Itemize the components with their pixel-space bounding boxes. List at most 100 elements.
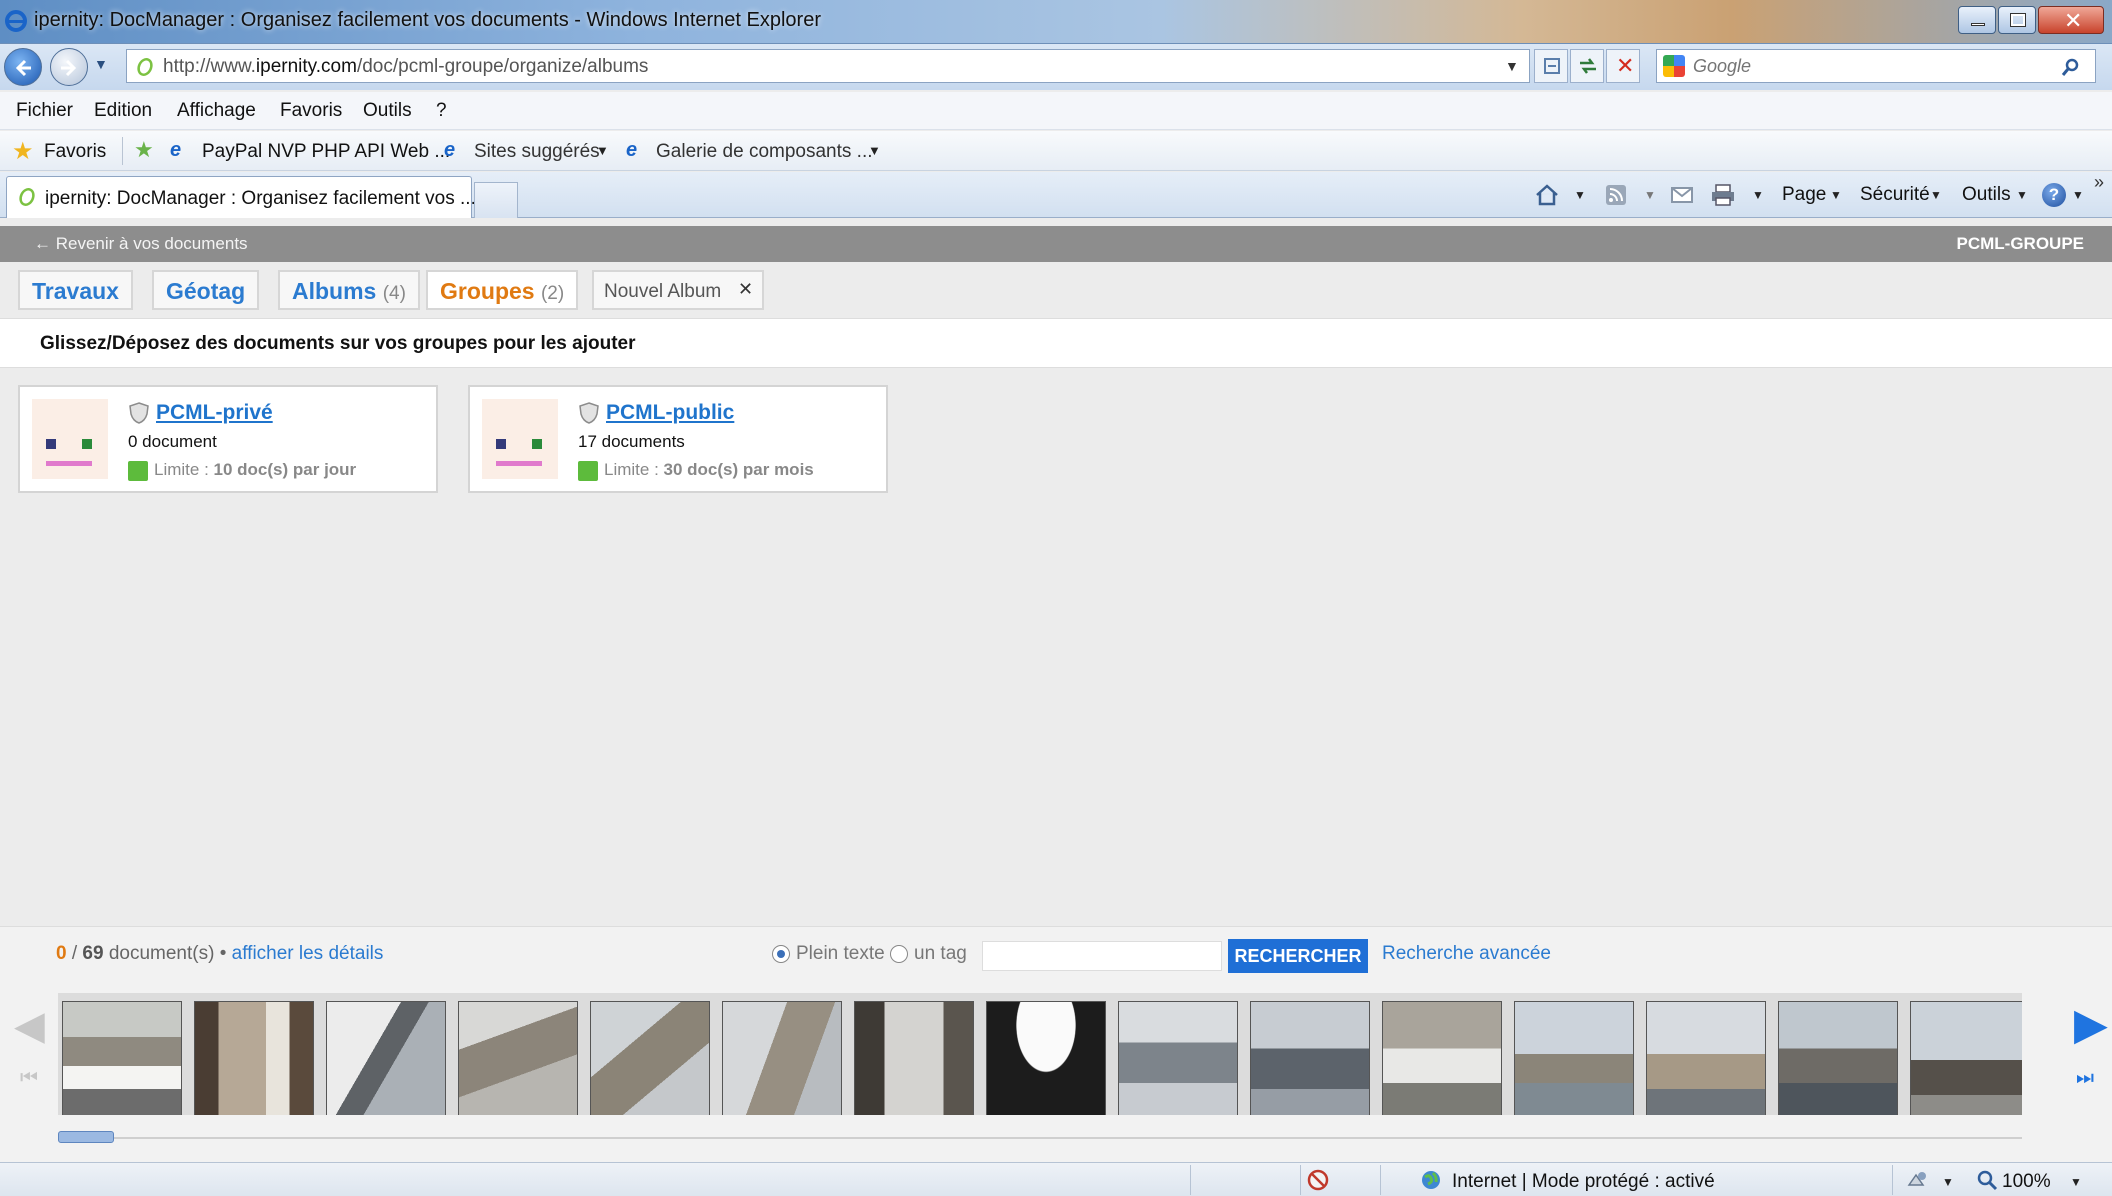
window-titlebar: ipernity: DocManager : Organisez facilem… [0,0,2112,44]
document-thumbnail[interactable] [590,1001,710,1115]
history-dropdown-icon[interactable]: ▼ [94,56,108,72]
close-window-button[interactable]: ✕ [2038,6,2104,34]
group-name-link[interactable]: PCML-privé [156,401,273,425]
document-thumbnail[interactable] [194,1001,314,1115]
chevron-down-icon[interactable]: ▼ [2072,188,2084,202]
menu-affichage[interactable]: Affichage [177,100,256,122]
menu-favoris[interactable]: Favoris [280,100,342,122]
new-tab-button[interactable] [474,182,518,218]
document-thumbnail[interactable] [458,1001,578,1115]
chevron-down-icon[interactable]: ▼ [1752,188,1764,202]
chevron-down-icon[interactable]: ▼ [2016,188,2028,202]
ie-page-icon: e [170,139,182,161]
address-bar[interactable]: http://www.ipernity.com/doc/pcml-groupe/… [126,49,1530,83]
compat-view-button[interactable] [1534,49,1568,83]
minimize-button[interactable] [1958,6,1996,34]
scroll-end-icon[interactable]: ⏭ [2076,1067,2094,1090]
scroll-start-icon[interactable]: ⏮ [20,1067,38,1090]
security-menu[interactable]: Sécurité [1860,184,1930,206]
help-icon[interactable]: ? [2042,183,2066,207]
back-to-documents-link[interactable]: ← Revenir à vos documents [34,234,248,254]
document-thumbnail[interactable] [62,1001,182,1115]
thumbnail-scroll-handle[interactable] [58,1131,114,1143]
tab-albums[interactable]: Albums (4) [278,270,420,310]
back-button[interactable] [4,48,42,86]
show-details-link[interactable]: afficher les détails [232,943,384,964]
search-button[interactable]: RECHERCHER [1228,939,1368,973]
favorite-link-sites-suggeres[interactable]: Sites suggérés [474,141,600,163]
document-thumbnail[interactable] [1118,1001,1238,1115]
more-commands-icon[interactable]: » [2094,172,2104,193]
chevron-down-icon[interactable]: ▼ [2070,1175,2082,1189]
favorites-button[interactable]: Favoris [44,141,106,163]
address-url[interactable]: http://www.ipernity.com/doc/pcml-groupe/… [163,56,648,78]
menu-help[interactable]: ? [436,100,447,122]
document-thumbnail[interactable] [1646,1001,1766,1115]
tab-travaux[interactable]: Travaux [18,270,133,310]
page-menu[interactable]: Page [1782,184,1826,206]
document-thumbnail[interactable] [1382,1001,1502,1115]
new-album-tab[interactable]: Nouvel Album ✕ [592,270,764,310]
document-thumbnail[interactable] [1910,1001,2022,1115]
page-header: ← Revenir à vos documents PCML-GROUPE [0,226,2112,262]
document-thumbnail[interactable] [986,1001,1106,1115]
menu-outils[interactable]: Outils [363,100,412,122]
browser-tab-active[interactable]: ipernity: DocManager : Organisez facilem… [6,176,476,218]
home-icon[interactable] [1534,182,1560,208]
chevron-down-icon[interactable]: ▼ [868,143,881,158]
scroll-left-icon[interactable]: ◀ [14,1003,45,1049]
document-search-input[interactable] [982,941,1222,971]
shield-icon [579,402,599,424]
web-search-box[interactable] [1656,49,2096,83]
radio-tag[interactable] [890,945,908,963]
chevron-down-icon[interactable]: ▼ [1942,1175,1954,1189]
group-name-link[interactable]: PCML-public [606,401,734,425]
chevron-down-icon[interactable]: ▼ [1574,188,1586,202]
address-dropdown-icon[interactable]: ▼ [1505,58,1519,74]
group-card-pcml-public[interactable]: PCML-public 17 documents Limite : 30 doc… [468,385,888,493]
popup-blocker-icon[interactable] [1306,1168,1330,1192]
radio-fulltext[interactable] [772,945,790,963]
web-search-input[interactable] [1693,54,2033,78]
rss-feed-icon[interactable] [1604,183,1628,207]
tab-geotag[interactable]: Géotag [152,270,260,310]
search-icon[interactable] [2061,57,2081,77]
document-thumbnail[interactable] [1514,1001,1634,1115]
document-thumbnail[interactable] [854,1001,974,1115]
document-thumbnail[interactable] [326,1001,446,1115]
mail-icon[interactable] [1670,184,1694,206]
close-icon: ✕ [2064,8,2083,33]
zoom-icon[interactable] [1976,1169,1998,1191]
menu-edition[interactable]: Edition [94,100,152,122]
chevron-down-icon[interactable]: ▼ [1830,188,1842,202]
favorites-star-icon: ★ [12,138,34,165]
menu-fichier[interactable]: Fichier [16,100,73,122]
thumbnail-scroll-track[interactable] [58,1137,2022,1139]
protected-mode-icon[interactable] [1906,1169,1930,1191]
scroll-right-icon[interactable]: ▶ [2074,999,2108,1050]
favorite-link-paypal[interactable]: PayPal NVP PHP API Web ... [202,141,450,163]
zoom-level[interactable]: 100% [2002,1171,2051,1193]
document-thumbnail[interactable] [1250,1001,1370,1115]
albums-count: (4) [382,283,406,304]
favorite-link-galerie[interactable]: Galerie de composants ... [656,141,873,163]
refresh-button[interactable] [1570,49,1604,83]
document-thumbnail[interactable] [722,1001,842,1115]
close-icon[interactable]: ✕ [738,279,753,300]
stop-button[interactable]: ✕ [1606,49,1640,83]
forward-button[interactable] [50,48,88,86]
chevron-down-icon[interactable]: ▼ [1930,188,1942,202]
group-card-pcml-prive[interactable]: PCML-privé 0 document Limite : 10 doc(s)… [18,385,438,493]
group-limit: Limite : 30 doc(s) par mois [604,460,814,479]
add-favorite-icon[interactable]: ★ [134,137,154,163]
limit-status-icon [578,461,598,481]
tools-menu[interactable]: Outils [1962,184,2011,206]
chevron-down-icon[interactable]: ▼ [596,143,609,158]
chevron-down-icon[interactable]: ▼ [1644,188,1656,202]
tab-groupes[interactable]: Groupes (2) [426,270,579,310]
advanced-search-link[interactable]: Recherche avancée [1382,943,1551,965]
maximize-button[interactable] [1998,6,2036,34]
print-icon[interactable] [1710,183,1736,207]
document-thumbnail[interactable] [1778,1001,1898,1115]
group-doc-count: 0 document [128,432,217,451]
